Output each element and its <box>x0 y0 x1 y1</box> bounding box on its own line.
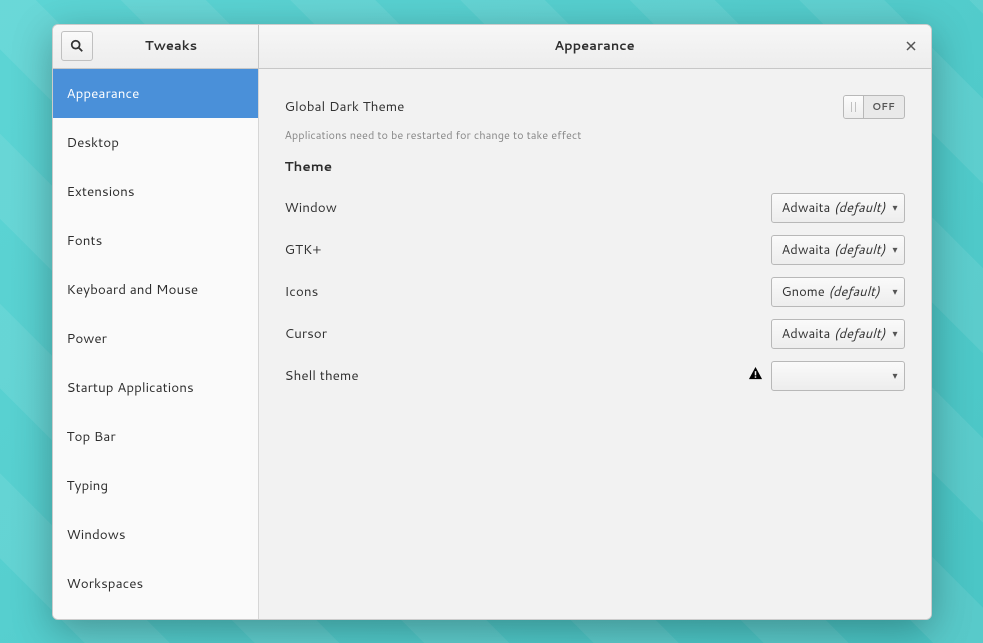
window-theme-label: Window <box>285 198 337 217</box>
combo-value: Adwaita (default) <box>782 199 887 217</box>
shell-theme-right: ▾ <box>748 361 905 391</box>
window-theme-row: Window Adwaita (default) ▾ <box>285 192 905 224</box>
chevron-down-icon: ▾ <box>892 243 897 257</box>
sidebar-item-fonts[interactable]: Fonts <box>53 216 258 265</box>
cursor-theme-combo[interactable]: Adwaita (default) ▾ <box>771 319 905 349</box>
shell-theme-label: Shell theme <box>285 366 359 385</box>
app-title: Tweaks <box>93 37 250 55</box>
sidebar-item-startup-applications[interactable]: Startup Applications <box>53 363 258 412</box>
icons-theme-combo[interactable]: Gnome (default) ▾ <box>771 277 905 307</box>
sidebar-item-keyboard-mouse[interactable]: Keyboard and Mouse <box>53 265 258 314</box>
sidebar-item-extensions[interactable]: Extensions <box>53 167 258 216</box>
gtk-theme-row: GTK+ Adwaita (default) ▾ <box>285 234 905 266</box>
content-panel: Global Dark Theme OFF Applications need … <box>259 69 931 619</box>
chevron-down-icon: ▾ <box>892 285 897 299</box>
icons-theme-label: Icons <box>285 282 319 301</box>
shell-theme-row: Shell theme ▾ <box>285 360 905 392</box>
combo-value: Adwaita (default) <box>782 241 887 259</box>
sidebar-item-appearance[interactable]: Appearance <box>53 69 258 118</box>
warning-icon <box>748 365 763 386</box>
combo-value: Gnome (default) <box>782 283 887 301</box>
sidebar-item-power[interactable]: Power <box>53 314 258 363</box>
cursor-theme-label: Cursor <box>285 324 328 343</box>
icons-theme-row: Icons Gnome (default) ▾ <box>285 276 905 308</box>
dark-theme-sublabel: Applications need to be restarted for ch… <box>285 127 905 143</box>
close-button[interactable] <box>903 38 919 54</box>
sidebar-item-desktop[interactable]: Desktop <box>53 118 258 167</box>
sidebar-item-typing[interactable]: Typing <box>53 461 258 510</box>
shell-theme-combo[interactable]: ▾ <box>771 361 905 391</box>
search-button[interactable] <box>61 31 93 61</box>
tweaks-window: Tweaks Appearance Appearance Desktop Ext… <box>52 24 932 620</box>
sidebar-item-windows[interactable]: Windows <box>53 510 258 559</box>
dark-theme-label: Global Dark Theme <box>285 97 405 116</box>
gtk-theme-combo[interactable]: Adwaita (default) ▾ <box>771 235 905 265</box>
page-title: Appearance <box>259 37 931 55</box>
chevron-down-icon: ▾ <box>892 369 897 383</box>
gtk-theme-label: GTK+ <box>285 240 322 259</box>
combo-value: Adwaita (default) <box>782 325 887 343</box>
toggle-state-label: OFF <box>864 100 904 114</box>
close-icon <box>906 41 916 51</box>
titlebar-left: Tweaks <box>53 25 259 68</box>
titlebar: Tweaks Appearance <box>53 25 931 69</box>
theme-section-title: Theme <box>285 157 905 176</box>
sidebar: Appearance Desktop Extensions Fonts Keyb… <box>53 69 259 619</box>
sidebar-item-top-bar[interactable]: Top Bar <box>53 412 258 461</box>
toggle-handle <box>844 96 864 118</box>
window-body: Appearance Desktop Extensions Fonts Keyb… <box>53 69 931 619</box>
chevron-down-icon: ▾ <box>892 327 897 341</box>
dark-theme-toggle[interactable]: OFF <box>843 95 905 119</box>
dark-theme-row: Global Dark Theme OFF <box>285 91 905 123</box>
sidebar-item-workspaces[interactable]: Workspaces <box>53 559 258 608</box>
chevron-down-icon: ▾ <box>892 201 897 215</box>
search-icon <box>70 39 84 53</box>
cursor-theme-row: Cursor Adwaita (default) ▾ <box>285 318 905 350</box>
window-theme-combo[interactable]: Adwaita (default) ▾ <box>771 193 905 223</box>
